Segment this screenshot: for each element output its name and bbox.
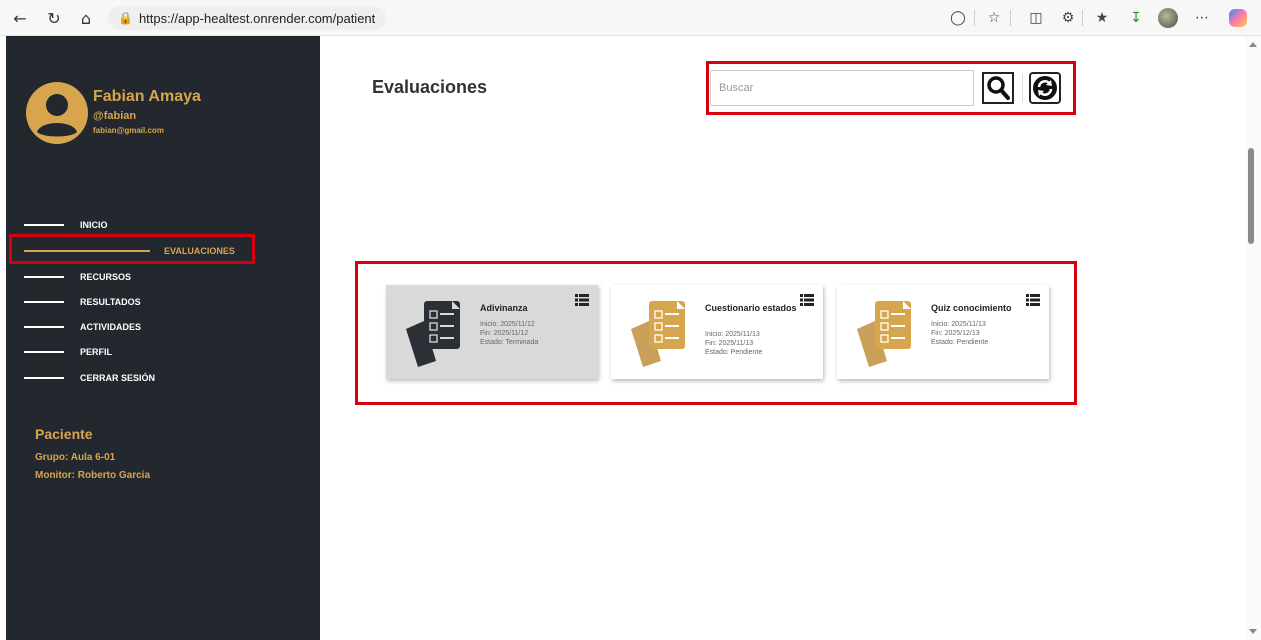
evaluation-card[interactable]: Cuestionario estados Inicio: 2025/11/13 … bbox=[611, 285, 823, 379]
home-icon[interactable]: ⌂ bbox=[76, 8, 96, 28]
sidebar-item-label: RESULTADOS bbox=[80, 297, 141, 307]
back-arrow-icon[interactable]: ← bbox=[10, 8, 30, 28]
scroll-up-arrow-icon[interactable] bbox=[1249, 42, 1257, 47]
more-icon[interactable]: ⋯ bbox=[1192, 8, 1212, 28]
checklist-document-icon bbox=[631, 301, 685, 367]
card-start-date: Inicio: 2025/11/13 bbox=[931, 321, 986, 328]
card-end-date: Fin: 2025/11/12 bbox=[480, 330, 529, 337]
evaluation-card[interactable]: Adivinanza Inicio: 2025/11/12 Fin: 2025/… bbox=[386, 285, 598, 379]
split-screen-icon[interactable]: ◫ bbox=[1026, 8, 1046, 28]
sidebar-item-label: CERRAR SESIÓN bbox=[80, 373, 156, 383]
card-status: Estado: Pendiente bbox=[931, 339, 989, 346]
user-avatar-icon bbox=[26, 82, 88, 144]
sidebar-item-inicio[interactable]: INICIO bbox=[24, 217, 108, 233]
sidebar: Fabian Amaya @fabian fabian@gmail.com IN… bbox=[6, 36, 320, 640]
reload-icon[interactable]: ↻ bbox=[44, 8, 64, 28]
url-text: https://app-healtest.onrender.com/patien… bbox=[138, 10, 376, 26]
search-icon bbox=[982, 72, 1014, 104]
card-status: Estado: Terminada bbox=[480, 339, 539, 346]
user-name: Fabian Amaya bbox=[93, 88, 201, 105]
nav-line bbox=[24, 326, 64, 328]
reading-view-icon[interactable]: ◯ bbox=[948, 8, 968, 28]
toolbar-divider bbox=[1022, 74, 1023, 102]
search-button[interactable] bbox=[982, 72, 1014, 104]
sidebar-item-label: RECURSOS bbox=[80, 272, 132, 282]
sidebar-item-label: PERFIL bbox=[80, 347, 113, 357]
address-bar[interactable]: 🔒 https://app-healtest.onrender.com/pati… bbox=[108, 6, 386, 30]
card-end-date: Fin: 2025/11/13 bbox=[705, 340, 754, 347]
scrollbar-thumb[interactable] bbox=[1248, 148, 1254, 244]
profile-avatar-icon[interactable] bbox=[1158, 8, 1178, 28]
evaluation-card[interactable]: Quiz conocimiento Inicio: 2025/11/13 Fin… bbox=[837, 285, 1049, 379]
favorite-star-icon[interactable]: ☆ bbox=[984, 8, 1004, 28]
refresh-icon bbox=[1029, 72, 1061, 104]
favorites-icon[interactable]: ★ bbox=[1092, 8, 1112, 28]
highlight-box-sidebar bbox=[9, 234, 255, 264]
copilot-icon[interactable] bbox=[1229, 9, 1247, 27]
checklist-document-icon bbox=[406, 301, 460, 367]
role-title: Paciente bbox=[35, 426, 93, 442]
scroll-down-arrow-icon[interactable] bbox=[1249, 629, 1257, 634]
extensions-icon[interactable]: ⚙ bbox=[1058, 8, 1078, 28]
sidebar-item-perfil[interactable]: PERFIL bbox=[24, 344, 112, 360]
sidebar-item-resultados[interactable]: RESULTADOS bbox=[24, 294, 141, 310]
card-start-date: Inicio: 2025/11/13 bbox=[705, 331, 760, 338]
search-input[interactable] bbox=[710, 70, 974, 106]
nav-line bbox=[24, 377, 64, 379]
checklist-document-icon bbox=[857, 301, 911, 367]
card-start-date: Inicio: 2025/11/12 bbox=[480, 321, 535, 328]
nav-line bbox=[24, 224, 64, 226]
page-scrollbar[interactable] bbox=[1245, 36, 1261, 640]
card-end-date: Fin: 2025/12/13 bbox=[931, 330, 980, 337]
browser-toolbar: ← ↻ ⌂ 🔒 https://app-healtest.onrender.co… bbox=[0, 0, 1261, 36]
card-status: Estado: Pendiente bbox=[705, 349, 763, 356]
group-text: Grupo: Aula 6-01 bbox=[35, 452, 116, 463]
user-handle: @fabian bbox=[93, 110, 137, 122]
monitor-text: Monitor: Roberto Garcia bbox=[35, 470, 151, 481]
sidebar-item-recursos[interactable]: RECURSOS bbox=[24, 269, 131, 285]
sidebar-item-label: ACTIVIDADES bbox=[80, 322, 142, 332]
page-title: Evaluaciones bbox=[372, 77, 488, 97]
user-email: fabian@gmail.com bbox=[93, 126, 164, 135]
lock-icon: 🔒 bbox=[118, 11, 133, 25]
refresh-button[interactable] bbox=[1029, 72, 1061, 104]
downloads-icon[interactable]: ↧ bbox=[1126, 8, 1146, 28]
nav-line bbox=[24, 276, 64, 278]
card-title: Quiz conocimiento bbox=[931, 303, 1012, 313]
nav-line bbox=[24, 301, 64, 303]
nav-line bbox=[24, 351, 64, 353]
sidebar-item-actividades[interactable]: ACTIVIDADES bbox=[24, 319, 141, 335]
card-title: Cuestionario estados bbox=[705, 303, 797, 313]
sidebar-item-cerrar-sesion[interactable]: CERRAR SESIÓN bbox=[24, 370, 155, 386]
card-title: Adivinanza bbox=[480, 303, 528, 313]
sidebar-item-label: INICIO bbox=[80, 220, 108, 230]
